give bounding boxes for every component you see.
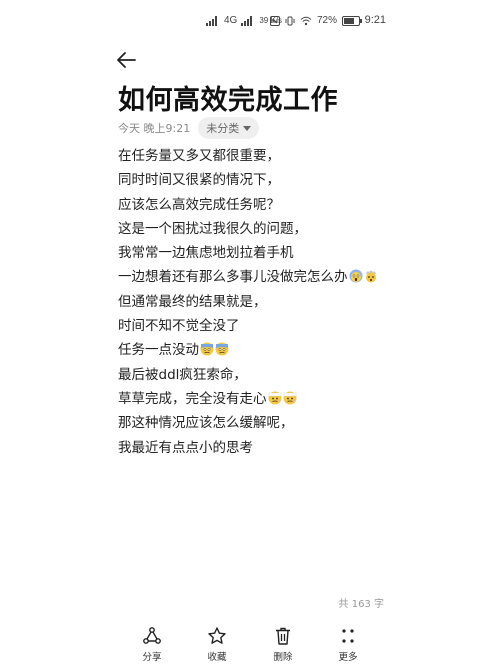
category-label: 未分类 [206,122,240,135]
note-line-text: 应该怎么高效完成任务呢？ [118,196,280,213]
share-button[interactable]: 分享 [127,626,177,663]
note-body[interactable]: 在任务量又多又都很重要， 同时时间又很紧的情况下， 应该怎么高效完成任务呢？ 这是一个… [118,144,398,460]
note-line-text: 那这种情况应该怎么缓解呢， [118,415,294,432]
signal-icon [241,15,255,26]
wifi-icon [300,16,312,26]
note-line-text: 时间不知不觉全没了 [118,318,240,335]
bandage-face-icon [283,389,297,405]
note-line: 但通常最终的结果就是， [118,290,398,314]
note-line: 我常常一边焦虑地划拉着手机 [118,241,398,265]
anxious-face-icon [215,340,229,356]
screaming-face-icon [349,267,363,283]
status-time: 9:21 [364,14,386,26]
note-line-text: 这是一个困扰过我很久的问题， [118,220,307,237]
battery-icon [342,15,362,26]
note-line: 时间不知不觉全没了 [118,314,398,338]
delete-button[interactable]: 删除 [258,626,308,663]
note-line: 这是一个困扰过我很久的问题， [118,217,398,241]
note-line-text: 同时时间又很紧的情况下， [118,172,280,189]
more-dots-icon [342,629,354,643]
note-line-text: 任务一点没动 [118,342,199,359]
star-icon [208,627,226,644]
delete-label: 删除 [273,652,293,663]
favorite-button[interactable]: 收藏 [192,626,242,663]
nfc-icon [269,15,280,26]
chevron-down-icon [243,125,252,131]
bandage-face-icon [268,389,282,405]
more-label: 更多 [338,652,358,663]
note-line: 一边想着还有那么多事儿没做完怎么办 [118,265,398,289]
note-meta: 今天 晚上9:21 未分类 [118,117,260,139]
note-line: 任务一点没动 [118,338,398,362]
bottom-toolbar: 分享 收藏 删除 更多 [0,620,500,666]
note-line-text: 我最近有点点小的思考 [118,439,253,456]
note-title[interactable]: 如何高效完成工作 [118,78,338,117]
status-bar: 4G 39 K/s 72% 9:21 [0,0,500,40]
network-type: 4G [224,15,238,26]
note-line-text: 在任务量又多又都很重要， [118,148,280,164]
status-right: 72% [269,15,362,26]
trash-icon [276,627,290,645]
word-count: 共 163 字 [338,599,384,610]
vibrate-icon [285,16,295,26]
note-line: 我最近有点点小的思考 [118,436,398,460]
note-line: 应该怎么高效完成任务呢？ [118,193,398,217]
category-dropdown[interactable]: 未分类 [198,117,260,139]
note-line: 在任务量又多又都很重要， [118,144,398,168]
note-line-text: 最后被ddl疯狂索命， [118,366,247,383]
anxious-face-icon [200,340,214,356]
note-line: 同时时间又很紧的情况下， [118,168,398,192]
note-line-text: 但通常最终的结果就是， [118,293,267,310]
more-button[interactable]: 更多 [323,626,373,663]
note-line: 草草完成，完全没有走心 [118,387,398,411]
note-line-text: 我常常一边焦虑地划拉着手机 [118,245,294,262]
note-line: 最后被ddl疯狂索命， [118,363,398,387]
share-label: 分享 [142,652,162,663]
signal-icon [206,15,220,26]
exploding-head-icon [364,267,378,283]
share-icon [143,627,161,644]
favorite-label: 收藏 [207,652,227,663]
note-date: 今天 晚上9:21 [118,122,191,135]
note-line: 那这种情况应该怎么缓解呢， [118,411,398,435]
note-line-text: 草草完成，完全没有走心 [118,390,267,407]
battery-text: 72% [316,15,337,26]
back-arrow-icon[interactable] [113,47,139,73]
note-line-text: 一边想着还有那么多事儿没做完怎么办 [118,269,348,286]
